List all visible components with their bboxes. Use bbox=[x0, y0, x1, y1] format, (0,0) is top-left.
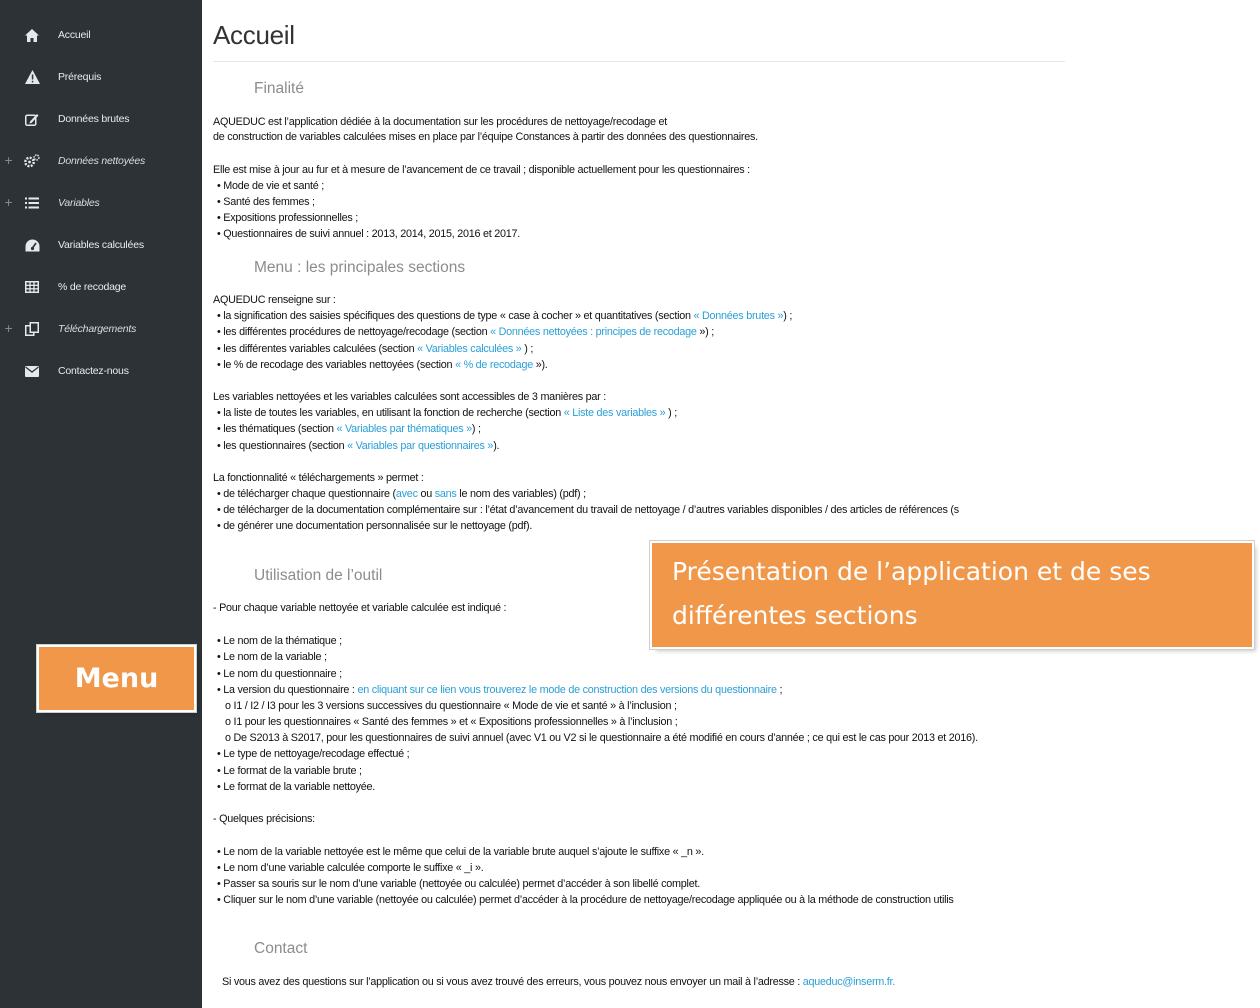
sidebar-item-donnees-nettoyees[interactable]: + Données nettoyées bbox=[0, 146, 202, 176]
callout-presentation: Présentation de l’application et de ses … bbox=[652, 543, 1252, 647]
paragraph: AQUEDUC renseigne sur : bbox=[213, 294, 336, 306]
link-variables-questionnaires[interactable]: « Variables par questionnaires » bbox=[347, 440, 493, 452]
sidebar-item-contact[interactable]: Contactez-nous bbox=[0, 356, 202, 386]
section-heading-finalite: Finalité bbox=[254, 80, 304, 97]
sidebar-item-variables[interactable]: + Variables bbox=[0, 188, 202, 218]
list-item: • Mode de vie et santé ; bbox=[217, 180, 325, 192]
edit-icon bbox=[24, 111, 40, 127]
list-item: • Passer sa souris sur le nom d’une vari… bbox=[217, 878, 700, 890]
paragraph: Elle est mise à jour au fur et à mesure … bbox=[213, 164, 750, 176]
table-icon bbox=[24, 279, 40, 295]
sidebar-item-label: Données nettoyées bbox=[58, 155, 146, 167]
link-donnees-nettoyees[interactable]: « Données nettoyées : principes de recod… bbox=[490, 326, 697, 338]
warning-icon bbox=[24, 69, 40, 85]
paragraph: - Pour chaque variable nettoyée et varia… bbox=[213, 602, 507, 614]
list-item: • Cliquer sur le nom d’une variable (net… bbox=[217, 894, 954, 906]
list-item: • Le type de nettoyage/recodage effectué… bbox=[217, 748, 410, 760]
section-heading-menu: Menu : les principales sections bbox=[254, 259, 466, 276]
list-item: • les questionnaires (section « Variable… bbox=[217, 440, 500, 452]
sidebar-item-telechargements[interactable]: + Téléchargements bbox=[0, 314, 202, 344]
sidebar-item-label: Téléchargements bbox=[58, 323, 137, 335]
list-item: o De S2013 à S2017, pour les questionnai… bbox=[225, 732, 978, 744]
link-donnees-brutes[interactable]: « Données brutes » bbox=[693, 310, 783, 322]
section-heading-utilisation: Utilisation de l’outil bbox=[254, 567, 383, 584]
list-item: • les différentes procédures de nettoyag… bbox=[217, 326, 714, 338]
sidebar-item-label: Accueil bbox=[58, 29, 91, 41]
list-item: • Le format de la variable nettoyée. bbox=[217, 781, 376, 793]
list-item: • les thématiques (section « Variables p… bbox=[217, 423, 481, 435]
paragraph: Si vous avez des questions sur l’applica… bbox=[222, 976, 896, 988]
paragraph: de construction de variables calculées m… bbox=[213, 131, 758, 143]
sidebar-item-donnees-brutes[interactable]: Données brutes bbox=[0, 104, 202, 134]
list-item: o I1 / I2 / I3 pour les 3 versions succe… bbox=[225, 700, 677, 712]
sidebar-item-label: % de recodage bbox=[58, 281, 127, 293]
list-item: • Le nom de la variable nettoyée est le … bbox=[217, 846, 704, 858]
list-item: • Le nom du questionnaire ; bbox=[217, 668, 342, 680]
link-pourcentage-recodage[interactable]: « % de recodage bbox=[455, 359, 533, 371]
list-item: • de télécharger de la documentation com… bbox=[217, 504, 959, 516]
sidebar-item-label: Variables bbox=[58, 197, 100, 209]
paragraph: - Quelques précisions: bbox=[213, 813, 315, 825]
list-item: • de générer une documentation personnal… bbox=[217, 520, 533, 532]
list-item: • Questionnaires de suivi annuel : 2013,… bbox=[217, 228, 521, 240]
list-item: • les différentes variables calculées (s… bbox=[217, 343, 534, 355]
paragraph: Les variables nettoyées et les variables… bbox=[213, 391, 606, 403]
list-item: • Santé des femmes ; bbox=[217, 196, 315, 208]
gears-icon bbox=[24, 153, 40, 169]
page-title: Accueil bbox=[213, 20, 295, 50]
list-item: • le % de recodage des variables nettoyé… bbox=[217, 359, 548, 371]
list-icon bbox=[24, 195, 40, 211]
copy-icon bbox=[24, 321, 40, 337]
list-item: • Le nom d’une variable calculée comport… bbox=[217, 862, 484, 874]
main-content: Accueil Finalité AQUEDUC est l’applicati… bbox=[213, 0, 1260, 1008]
home-icon bbox=[24, 27, 40, 43]
expand-icon[interactable]: + bbox=[4, 322, 13, 335]
dashboard-icon bbox=[24, 237, 40, 253]
sidebar-item-variables-calculees[interactable]: Variables calculées bbox=[0, 230, 202, 260]
callout-menu: Menu bbox=[39, 647, 194, 710]
list-item: • Le format de la variable brute ; bbox=[217, 765, 362, 777]
list-item: • Le nom de la thématique ; bbox=[217, 635, 342, 647]
divider bbox=[213, 61, 1065, 62]
email-link[interactable]: aqueduc@inserm.fr. bbox=[803, 976, 896, 988]
sidebar-item-prerequis[interactable]: Prérequis bbox=[0, 62, 202, 92]
expand-icon[interactable]: + bbox=[4, 196, 13, 209]
link-questionnaire-sans[interactable]: sans bbox=[435, 488, 457, 500]
list-item: • la signification des saisies spécifiqu… bbox=[217, 310, 793, 322]
sidebar: Accueil Prérequis Données brutes + Donné… bbox=[0, 0, 202, 1008]
list-item: • La version du questionnaire : en cliqu… bbox=[217, 684, 783, 696]
link-variables-calculees[interactable]: « Variables calculées » bbox=[417, 343, 522, 355]
link-liste-variables[interactable]: « Liste des variables » bbox=[564, 407, 666, 419]
link-versions-questionnaire[interactable]: en cliquant sur ce lien vous trouverez l… bbox=[357, 684, 777, 696]
sidebar-item-label: Variables calculées bbox=[58, 239, 144, 251]
list-item: • Expositions professionnelles ; bbox=[217, 212, 359, 224]
section-heading-contact: Contact bbox=[254, 940, 308, 957]
paragraph: AQUEDUC est l’application dédiée à la do… bbox=[213, 116, 667, 128]
sidebar-item-pourcentage-recodage[interactable]: % de recodage bbox=[0, 272, 202, 302]
list-item: • de télécharger chaque questionnaire (a… bbox=[217, 488, 586, 500]
envelope-icon bbox=[24, 363, 40, 379]
list-item: • la liste de toutes les variables, en u… bbox=[217, 407, 678, 419]
sidebar-item-accueil[interactable]: Accueil bbox=[0, 20, 202, 50]
list-item: o I1 pour les questionnaires « Santé des… bbox=[225, 716, 678, 728]
sidebar-item-label: Données brutes bbox=[58, 113, 130, 125]
sidebar-item-label: Contactez-nous bbox=[58, 365, 129, 377]
link-variables-thematiques[interactable]: « Variables par thématiques » bbox=[336, 423, 472, 435]
link-questionnaire-avec[interactable]: avec bbox=[396, 488, 418, 500]
expand-icon[interactable]: + bbox=[4, 154, 13, 167]
paragraph: La fonctionnalité « téléchargements » pe… bbox=[213, 472, 424, 484]
list-item: • Le nom de la variable ; bbox=[217, 651, 327, 663]
sidebar-item-label: Prérequis bbox=[58, 71, 102, 83]
